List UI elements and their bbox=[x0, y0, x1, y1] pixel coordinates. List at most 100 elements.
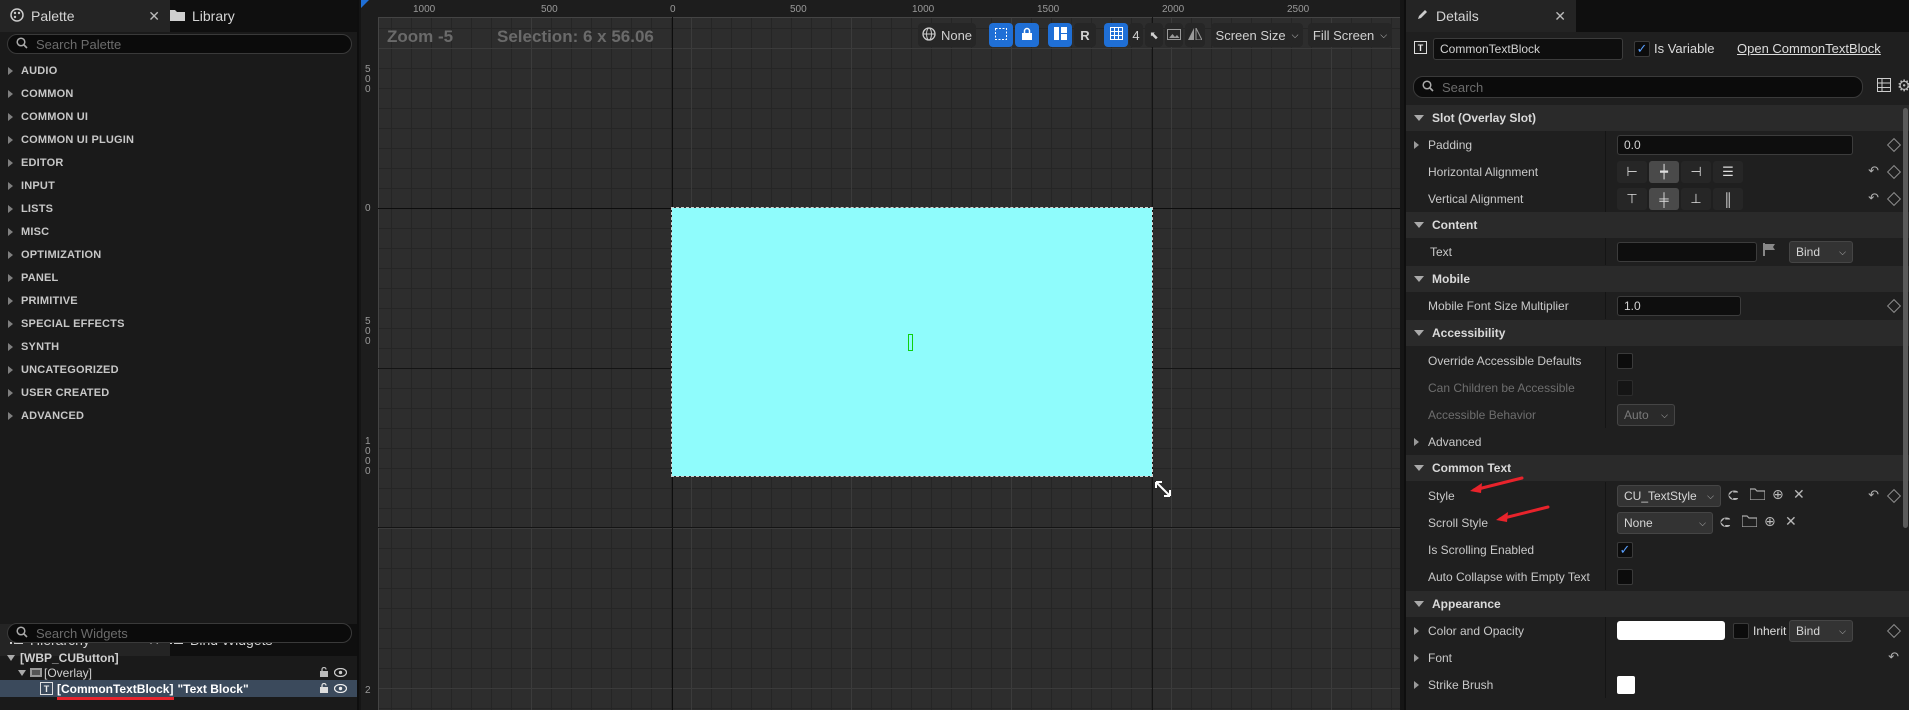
palette-category[interactable]: OPTIMIZATION bbox=[0, 243, 357, 266]
widget-name-field[interactable]: CommonTextBlock bbox=[1433, 38, 1623, 60]
tree-row-commontextblock[interactable]: T [CommonTextBlock] "Text Block" bbox=[0, 680, 357, 697]
override-access-checkbox[interactable] bbox=[1617, 353, 1633, 369]
details-search[interactable] bbox=[1413, 76, 1863, 98]
expand-icon[interactable] bbox=[8, 181, 13, 190]
palette-category[interactable]: USER CREATED bbox=[0, 381, 357, 404]
clear-icon[interactable]: ✕ bbox=[1785, 513, 1797, 530]
cursor-tool-button[interactable]: ⬉ bbox=[1145, 23, 1163, 47]
color-bind-dropdown[interactable]: Bind ⌵ bbox=[1789, 620, 1853, 642]
is-scrolling-checkbox[interactable]: ✓ bbox=[1617, 542, 1633, 558]
resize-handle-icon[interactable] bbox=[1153, 479, 1173, 502]
palette-category[interactable]: INPUT bbox=[0, 174, 357, 197]
palette-category[interactable]: PANEL bbox=[0, 266, 357, 289]
flip-button[interactable] bbox=[1185, 23, 1205, 47]
style-dropdown[interactable]: CU_TextStyle ⌵ bbox=[1617, 485, 1721, 507]
gear-icon[interactable]: ⚙ bbox=[1897, 76, 1909, 96]
keyframe-diamond-icon[interactable] bbox=[1886, 623, 1902, 639]
palette-search[interactable] bbox=[7, 34, 352, 54]
expand-icon[interactable] bbox=[8, 365, 13, 374]
section-accessibility[interactable]: Accessibility bbox=[1406, 320, 1909, 346]
mobile-font-field[interactable]: 1.0 bbox=[1617, 296, 1741, 316]
palette-category[interactable]: SYNTH bbox=[0, 335, 357, 358]
expand-icon[interactable] bbox=[8, 411, 13, 420]
is-variable-checkbox[interactable]: ✓ bbox=[1634, 41, 1650, 57]
tree-row-overlay[interactable]: [Overlay] bbox=[0, 664, 357, 681]
grid-snap-value[interactable]: 4 bbox=[1129, 23, 1143, 47]
expand-icon[interactable] bbox=[8, 227, 13, 236]
respect-locks-button[interactable]: R bbox=[1074, 23, 1096, 47]
expand-icon[interactable] bbox=[8, 204, 13, 213]
palette-category[interactable]: COMMON bbox=[0, 82, 357, 105]
tab-library[interactable]: Library bbox=[160, 0, 245, 32]
expand-icon[interactable] bbox=[1414, 681, 1419, 689]
align-middle-icon[interactable]: ╪ bbox=[1649, 188, 1679, 210]
open-commontextblock-link[interactable]: Open CommonTextBlock bbox=[1737, 41, 1881, 56]
palette-category[interactable]: EDITOR bbox=[0, 151, 357, 174]
eye-icon[interactable] bbox=[333, 682, 348, 696]
expand-icon[interactable] bbox=[8, 250, 13, 259]
keyframe-diamond-icon[interactable] bbox=[1886, 298, 1902, 314]
designer-viewport[interactable]: 1000 500 0 500 1000 1500 2000 2500 500 0… bbox=[361, 0, 1400, 710]
strike-brush-swatch[interactable] bbox=[1617, 676, 1635, 694]
palette-search-input[interactable] bbox=[34, 35, 343, 53]
auto-collapse-checkbox[interactable] bbox=[1617, 569, 1633, 585]
align-top-icon[interactable]: ⊤ bbox=[1617, 188, 1647, 210]
unlock-icon[interactable] bbox=[319, 666, 329, 680]
browse-arrow-icon[interactable]: ⮈ bbox=[1720, 514, 1731, 531]
expand-icon[interactable] bbox=[8, 112, 13, 121]
expand-icon[interactable] bbox=[8, 66, 13, 75]
palette-category[interactable]: UNCATEGORIZED bbox=[0, 358, 357, 381]
inherit-checkbox[interactable] bbox=[1733, 623, 1749, 639]
close-icon[interactable]: ✕ bbox=[148, 8, 160, 25]
keyframe-diamond-icon[interactable] bbox=[1886, 488, 1902, 504]
eye-icon[interactable] bbox=[333, 666, 348, 680]
palette-category[interactable]: SPECIAL EFFECTS bbox=[0, 312, 357, 335]
localization-preview-button[interactable]: None bbox=[918, 23, 976, 47]
lock-toggle-button[interactable] bbox=[1015, 23, 1039, 47]
table-view-icon[interactable] bbox=[1877, 78, 1891, 95]
prop-row-advanced[interactable]: Advanced bbox=[1406, 428, 1909, 455]
flag-icon[interactable] bbox=[1763, 243, 1776, 259]
outline-toggle-button[interactable] bbox=[989, 23, 1013, 47]
hierarchy-search-input[interactable] bbox=[34, 624, 343, 642]
section-slot[interactable]: Slot (Overlay Slot) bbox=[1406, 105, 1909, 131]
keyframe-diamond-icon[interactable] bbox=[1886, 191, 1902, 207]
grid-snap-button[interactable] bbox=[1104, 23, 1128, 47]
palette-category[interactable]: LISTS bbox=[0, 197, 357, 220]
reset-arrow-icon[interactable]: ↶ bbox=[1868, 190, 1879, 206]
screen-size-dropdown[interactable]: Screen Size ⌵ bbox=[1211, 23, 1303, 47]
keyframe-diamond-icon[interactable] bbox=[1886, 164, 1902, 180]
expand-icon[interactable] bbox=[1414, 438, 1419, 446]
image-preview-button[interactable] bbox=[1165, 23, 1183, 47]
palette-category[interactable]: AUDIO bbox=[0, 59, 357, 82]
reset-arrow-icon[interactable]: ↶ bbox=[1868, 487, 1879, 503]
hierarchy-search[interactable] bbox=[7, 623, 352, 643]
align-bottom-icon[interactable]: ⊥ bbox=[1681, 188, 1711, 210]
layout-toggle-button[interactable] bbox=[1048, 23, 1072, 47]
expand-icon[interactable] bbox=[8, 158, 13, 167]
keyframe-diamond-icon[interactable] bbox=[1886, 137, 1902, 153]
reset-arrow-icon[interactable]: ↶ bbox=[1888, 649, 1899, 665]
fill-screen-dropdown[interactable]: Fill Screen ⌵ bbox=[1308, 23, 1392, 47]
expand-icon[interactable] bbox=[8, 319, 13, 328]
browse-folder-icon[interactable] bbox=[1741, 514, 1758, 530]
details-scrollbar[interactable] bbox=[1903, 108, 1908, 528]
expand-icon[interactable] bbox=[1414, 627, 1419, 635]
palette-category[interactable]: ADVANCED bbox=[0, 404, 357, 427]
section-content[interactable]: Content bbox=[1406, 212, 1909, 238]
section-mobile[interactable]: Mobile bbox=[1406, 266, 1909, 292]
align-fill-vertical-icon[interactable]: ║ bbox=[1713, 188, 1743, 210]
scroll-style-dropdown[interactable]: None ⌵ bbox=[1617, 512, 1713, 534]
align-center-icon[interactable]: ┿ bbox=[1649, 161, 1679, 183]
expand-icon[interactable] bbox=[18, 669, 26, 676]
close-icon[interactable]: ✕ bbox=[1554, 8, 1566, 25]
add-icon[interactable]: ⊕ bbox=[1772, 486, 1784, 503]
palette-category[interactable]: COMMON UI PLUGIN bbox=[0, 128, 357, 151]
palette-category[interactable]: MISC bbox=[0, 220, 357, 243]
expand-icon[interactable] bbox=[1414, 141, 1419, 149]
clear-icon[interactable]: ✕ bbox=[1793, 486, 1805, 503]
section-appearance[interactable]: Appearance bbox=[1406, 591, 1909, 617]
browse-folder-icon[interactable] bbox=[1749, 487, 1766, 503]
expand-icon[interactable] bbox=[8, 273, 13, 282]
details-search-input[interactable] bbox=[1440, 78, 1854, 96]
